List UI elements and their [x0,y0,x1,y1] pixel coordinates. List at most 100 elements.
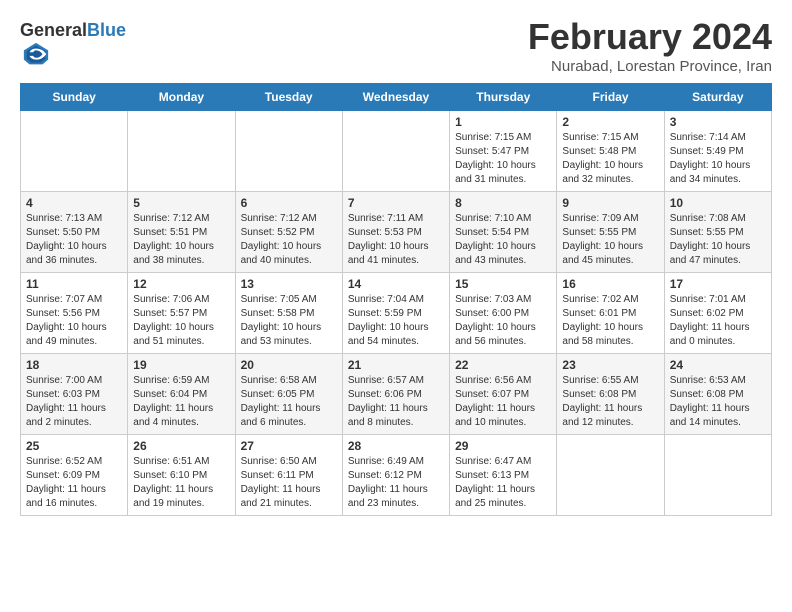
day-info: Sunrise: 7:10 AMSunset: 5:54 PMDaylight:… [455,212,551,268]
calendar-cell: 27 Sunrise: 6:50 AMSunset: 6:11 PMDayligh… [235,435,342,516]
calendar-cell: 8 Sunrise: 7:10 AMSunset: 5:54 PMDaylight… [450,192,557,273]
calendar-cell [342,111,449,192]
calendar-cell: 25Sunrise: 6:52 AMSunset: 6:09 PMDayligh… [21,435,128,516]
header-row: SundayMondayTuesdayWednesdayThursdayFrid… [21,84,772,111]
day-info: Sunrise: 6:49 AMSunset: 6:12 PMDaylight:… [348,455,444,511]
day-number: 26 [133,439,229,453]
day-info: Sunrise: 6:53 AMSunset: 6:08 PMDaylight:… [670,374,766,430]
day-info: Sunrise: 7:12 AMSunset: 5:51 PMDaylight:… [133,212,229,268]
day-number: 4 [26,196,122,210]
day-number: 11 [26,277,122,291]
calendar-cell: 17 Sunrise: 7:01 AMSunset: 6:02 PMDayligh… [664,273,771,354]
title-block: February 2024 Nurabad, Lorestan Province… [528,16,772,75]
day-number: 12 [133,277,229,291]
calendar-table: SundayMondayTuesdayWednesdayThursdayFrid… [20,83,772,516]
day-info: Sunrise: 7:13 AMSunset: 5:50 PMDaylight:… [26,212,122,268]
day-info: Sunrise: 6:47 AMSunset: 6:13 PMDaylight:… [455,455,551,511]
calendar-cell: 22 Sunrise: 6:56 AMSunset: 6:07 PMDayligh… [450,354,557,435]
day-info: Sunrise: 7:14 AMSunset: 5:49 PMDaylight:… [670,131,766,187]
calendar-cell [557,435,664,516]
day-number: 19 [133,358,229,372]
day-info: Sunrise: 6:57 AMSunset: 6:06 PMDaylight:… [348,374,444,430]
day-info: Sunrise: 7:03 AMSunset: 6:00 PMDaylight:… [455,293,551,349]
calendar-cell: 20Sunrise: 6:58 AMSunset: 6:05 PMDayligh… [235,354,342,435]
logo-blue: Blue [87,20,126,40]
day-number: 28 [348,439,444,453]
calendar-cell: 3 Sunrise: 7:14 AMSunset: 5:49 PMDaylight… [664,111,771,192]
day-number: 10 [670,196,766,210]
calendar-cell [235,111,342,192]
day-header-friday: Friday [557,84,664,111]
week-row-4: 18 Sunrise: 7:00 AMSunset: 6:03 PMDayligh… [21,354,772,435]
day-number: 1 [455,115,551,129]
calendar-cell: 16 Sunrise: 7:02 AMSunset: 6:01 PMDayligh… [557,273,664,354]
week-row-3: 11Sunrise: 7:07 AMSunset: 5:56 PMDayligh… [21,273,772,354]
day-number: 20 [241,358,337,372]
page-header: GeneralBlue February 2024 Nurabad, Lores… [20,16,772,75]
logo-icon [22,41,50,69]
day-number: 5 [133,196,229,210]
day-number: 17 [670,277,766,291]
logo-text: GeneralBlue [20,20,126,41]
day-number: 14 [348,277,444,291]
day-number: 29 [455,439,551,453]
calendar-cell: 9 Sunrise: 7:09 AMSunset: 5:55 PMDaylight… [557,192,664,273]
day-header-sunday: Sunday [21,84,128,111]
day-info: Sunrise: 6:51 AMSunset: 6:10 PMDaylight:… [133,455,229,511]
calendar-cell: 21 Sunrise: 6:57 AMSunset: 6:06 PMDayligh… [342,354,449,435]
day-number: 21 [348,358,444,372]
day-number: 2 [562,115,658,129]
calendar-cell: 6 Sunrise: 7:12 AMSunset: 5:52 PMDaylight… [235,192,342,273]
calendar-cell: 7Sunrise: 7:11 AMSunset: 5:53 PMDaylight… [342,192,449,273]
calendar-cell: 1Sunrise: 7:15 AMSunset: 5:47 PMDaylight… [450,111,557,192]
day-number: 8 [455,196,551,210]
calendar-cell: 14Sunrise: 7:04 AMSunset: 5:59 PMDayligh… [342,273,449,354]
week-row-1: 1Sunrise: 7:15 AMSunset: 5:47 PMDaylight… [21,111,772,192]
month-title: February 2024 [528,16,772,58]
calendar-cell: 24Sunrise: 6:53 AMSunset: 6:08 PMDayligh… [664,354,771,435]
day-info: Sunrise: 7:00 AMSunset: 6:03 PMDaylight:… [26,374,122,430]
day-info: Sunrise: 6:50 AMSunset: 6:11 PMDaylight:… [241,455,337,511]
day-number: 16 [562,277,658,291]
day-info: Sunrise: 7:06 AMSunset: 5:57 PMDaylight:… [133,293,229,349]
day-number: 22 [455,358,551,372]
day-info: Sunrise: 7:08 AMSunset: 5:55 PMDaylight:… [670,212,766,268]
day-number: 9 [562,196,658,210]
logo-general: General [20,20,87,40]
day-info: Sunrise: 7:15 AMSunset: 5:48 PMDaylight:… [562,131,658,187]
day-number: 18 [26,358,122,372]
calendar-cell: 2 Sunrise: 7:15 AMSunset: 5:48 PMDaylight… [557,111,664,192]
calendar-cell: 19 Sunrise: 6:59 AMSunset: 6:04 PMDayligh… [128,354,235,435]
week-row-2: 4 Sunrise: 7:13 AMSunset: 5:50 PMDaylight… [21,192,772,273]
day-header-thursday: Thursday [450,84,557,111]
day-info: Sunrise: 7:01 AMSunset: 6:02 PMDaylight:… [670,293,766,349]
day-info: Sunrise: 7:12 AMSunset: 5:52 PMDaylight:… [241,212,337,268]
day-number: 3 [670,115,766,129]
day-info: Sunrise: 6:56 AMSunset: 6:07 PMDaylight:… [455,374,551,430]
calendar-cell: 26 Sunrise: 6:51 AMSunset: 6:10 PMDayligh… [128,435,235,516]
calendar-cell: 15 Sunrise: 7:03 AMSunset: 6:00 PMDayligh… [450,273,557,354]
day-header-saturday: Saturday [664,84,771,111]
day-info: Sunrise: 6:55 AMSunset: 6:08 PMDaylight:… [562,374,658,430]
day-info: Sunrise: 7:02 AMSunset: 6:01 PMDaylight:… [562,293,658,349]
week-row-5: 25Sunrise: 6:52 AMSunset: 6:09 PMDayligh… [21,435,772,516]
calendar-cell: 12 Sunrise: 7:06 AMSunset: 5:57 PMDayligh… [128,273,235,354]
day-info: Sunrise: 6:59 AMSunset: 6:04 PMDaylight:… [133,374,229,430]
day-number: 25 [26,439,122,453]
day-number: 13 [241,277,337,291]
day-number: 15 [455,277,551,291]
day-header-monday: Monday [128,84,235,111]
logo: GeneralBlue [20,20,126,74]
day-info: Sunrise: 7:11 AMSunset: 5:53 PMDaylight:… [348,212,444,268]
day-number: 27 [241,439,337,453]
calendar-cell: 4 Sunrise: 7:13 AMSunset: 5:50 PMDaylight… [21,192,128,273]
calendar-cell [21,111,128,192]
calendar-cell: 10 Sunrise: 7:08 AMSunset: 5:55 PMDayligh… [664,192,771,273]
day-number: 6 [241,196,337,210]
day-info: Sunrise: 7:05 AMSunset: 5:58 PMDaylight:… [241,293,337,349]
calendar-cell: 29 Sunrise: 6:47 AMSunset: 6:13 PMDayligh… [450,435,557,516]
calendar-header: SundayMondayTuesdayWednesdayThursdayFrid… [21,84,772,111]
day-info: Sunrise: 7:09 AMSunset: 5:55 PMDaylight:… [562,212,658,268]
calendar-cell: 28 Sunrise: 6:49 AMSunset: 6:12 PMDayligh… [342,435,449,516]
day-number: 23 [562,358,658,372]
